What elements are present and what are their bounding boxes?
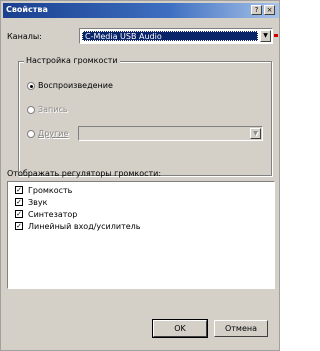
device-select-value: C-Media USB Audio xyxy=(82,31,258,41)
list-item-label: Линейный вход/усилитель xyxy=(28,222,141,231)
checkbox-checked-icon[interactable]: ✓ xyxy=(15,198,23,206)
cancel-button[interactable]: Отмена xyxy=(214,320,268,337)
radio-selected-dot xyxy=(30,85,33,88)
list-item-label: Звук xyxy=(28,198,48,207)
controls-label: Отображать регуляторы громкости: xyxy=(7,169,162,178)
radio-other[interactable] xyxy=(27,130,35,138)
title-bar[interactable]: Свойства ? × xyxy=(3,3,279,18)
radio-record[interactable] xyxy=(27,106,35,114)
ok-button[interactable]: OK xyxy=(152,319,208,338)
other-device-value xyxy=(81,129,248,138)
close-button[interactable]: × xyxy=(264,5,275,15)
help-button[interactable]: ? xyxy=(251,5,262,15)
volume-group-box xyxy=(18,61,272,176)
properties-dialog: Свойства ? × Каналы: C-Media USB Audio ▼… xyxy=(0,0,280,351)
radio-other-label: Другие xyxy=(38,129,69,138)
window-title: Свойства xyxy=(6,5,48,14)
list-item-label: Громкость xyxy=(28,186,73,195)
checkbox-checked-icon[interactable]: ✓ xyxy=(15,186,23,194)
chevron-down-icon[interactable]: ▼ xyxy=(250,128,261,139)
chevron-down-icon[interactable]: ▼ xyxy=(260,30,271,42)
radio-playback[interactable] xyxy=(27,82,35,90)
other-device-select[interactable]: ▼ xyxy=(78,126,263,141)
list-item-label: Синтезатор xyxy=(28,210,78,219)
controls-list[interactable]: ✓ Громкость ✓ Звук ✓ Синтезатор ✓ Линейн… xyxy=(7,181,275,289)
radio-record-label: Запись xyxy=(38,105,68,114)
checkbox-checked-icon[interactable]: ✓ xyxy=(15,210,23,218)
red-marker-icon xyxy=(274,34,278,37)
device-label: Каналы: xyxy=(7,32,42,41)
radio-playback-label: Воспроизведение xyxy=(38,81,113,90)
checkbox-checked-icon[interactable]: ✓ xyxy=(15,222,23,230)
volume-group-label: Настройка громкости xyxy=(24,56,120,65)
device-select[interactable]: C-Media USB Audio ▼ xyxy=(79,28,273,44)
